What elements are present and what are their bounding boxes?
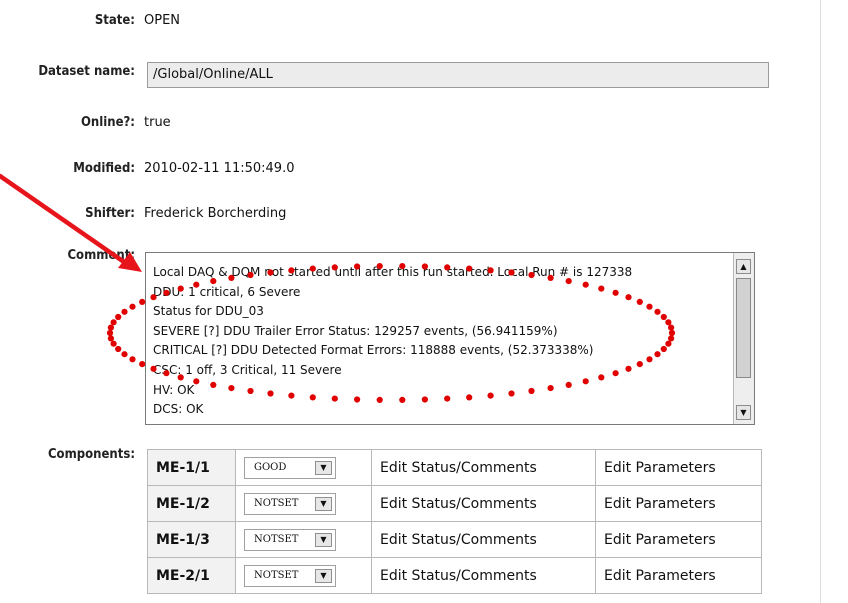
comment-line: HV: OK bbox=[153, 382, 195, 397]
shifter-value: Frederick Borcherding bbox=[144, 206, 287, 221]
shifter-label: Shifter: bbox=[85, 206, 135, 221]
annotation-dot bbox=[115, 345, 122, 353]
annotation-dot bbox=[106, 329, 114, 337]
modified-label: Modified: bbox=[73, 161, 135, 176]
annotation-dot bbox=[129, 303, 136, 310]
status-value: NOTSET bbox=[254, 533, 299, 545]
table-row: ME-1/3 NOTSET ▼ Edit Status/Comments Edi… bbox=[147, 521, 762, 558]
state-value: OPEN bbox=[144, 13, 181, 28]
modified-value: 2010-02-11 11:50:49.0 bbox=[144, 161, 295, 176]
annotation-dot bbox=[107, 335, 114, 342]
component-name: ME-1/1 bbox=[147, 449, 236, 486]
online-label: Online?: bbox=[80, 115, 135, 130]
comment-text: Local DAQ & DQM not started until after … bbox=[153, 263, 730, 420]
comment-line: Status for DDU_03 bbox=[153, 304, 264, 319]
component-name: ME-2/1 bbox=[147, 557, 236, 594]
dropdown-arrow-icon[interactable]: ▼ bbox=[315, 460, 332, 475]
edit-status-link[interactable]: Edit Status/Comments bbox=[371, 449, 596, 486]
comment-textarea[interactable]: Local DAQ & DQM not started until after … bbox=[145, 252, 755, 425]
annotation-dot bbox=[129, 356, 136, 363]
table-row: ME-1/1 GOOD ▼ Edit Status/Comments Edit … bbox=[147, 449, 762, 486]
dropdown-arrow-icon[interactable]: ▼ bbox=[315, 496, 332, 511]
dataset-name-field[interactable]: /Global/Online/ALL bbox=[147, 62, 769, 88]
table-row: ME-2/1 NOTSET ▼ Edit Status/Comments Edi… bbox=[147, 557, 762, 594]
status-value: NOTSET bbox=[254, 569, 299, 581]
dropdown-arrow-icon[interactable]: ▼ bbox=[315, 532, 332, 547]
dropdown-arrow-icon[interactable]: ▼ bbox=[315, 568, 332, 583]
comment-label: Comment: bbox=[67, 248, 135, 263]
right-border-line bbox=[820, 0, 821, 603]
comment-scrollbar[interactable]: ▲ ▼ bbox=[733, 253, 754, 424]
edit-parameters-link[interactable]: Edit Parameters bbox=[595, 449, 762, 486]
status-select[interactable]: NOTSET ▼ bbox=[244, 528, 336, 551]
comment-line: CRITICAL [?] DDU Detected Format Errors:… bbox=[153, 343, 594, 358]
edit-status-link[interactable]: Edit Status/Comments bbox=[371, 521, 596, 558]
comment-line: SEVERE [?] DDU Trailer Error Status: 129… bbox=[153, 323, 558, 338]
scroll-down-arrow-icon[interactable]: ▼ bbox=[736, 405, 751, 420]
components-label: Components: bbox=[47, 447, 135, 462]
edit-status-link[interactable]: Edit Status/Comments bbox=[371, 557, 596, 594]
comment-line: Local DAQ & DQM not started until after … bbox=[153, 265, 633, 279]
scrollbar-thumb[interactable] bbox=[736, 278, 751, 378]
annotation-dot bbox=[121, 351, 128, 358]
comment-line: DCS: OK bbox=[153, 402, 204, 417]
scroll-up-arrow-icon[interactable]: ▲ bbox=[736, 259, 751, 274]
annotation-dot bbox=[110, 319, 117, 326]
comment-line: CSC: 1 off, 3 Critical, 11 Severe bbox=[153, 362, 342, 377]
state-label: State: bbox=[94, 13, 135, 28]
annotation-dot bbox=[107, 324, 114, 331]
table-row: ME-1/2 NOTSET ▼ Edit Status/Comments Edi… bbox=[147, 485, 762, 522]
annotation-dot bbox=[115, 313, 122, 321]
edit-parameters-link[interactable]: Edit Parameters bbox=[595, 521, 762, 558]
component-name: ME-1/2 bbox=[147, 485, 236, 522]
components-table: ME-1/1 GOOD ▼ Edit Status/Comments Edit … bbox=[147, 449, 762, 594]
annotation-dot bbox=[110, 340, 117, 347]
status-value: GOOD bbox=[254, 461, 287, 473]
comment-line: DDU: 1 critical, 6 Severe bbox=[153, 284, 301, 299]
online-value: true bbox=[144, 115, 171, 130]
annotation-dot bbox=[121, 308, 128, 315]
status-select[interactable]: NOTSET ▼ bbox=[244, 564, 336, 587]
edit-status-link[interactable]: Edit Status/Comments bbox=[371, 485, 596, 522]
component-name: ME-1/3 bbox=[147, 521, 236, 558]
status-select[interactable]: NOTSET ▼ bbox=[244, 492, 336, 515]
status-select[interactable]: GOOD ▼ bbox=[244, 456, 336, 479]
dataset-label: Dataset name: bbox=[38, 64, 135, 79]
edit-parameters-link[interactable]: Edit Parameters bbox=[595, 485, 762, 522]
status-value: NOTSET bbox=[254, 497, 299, 509]
edit-parameters-link[interactable]: Edit Parameters bbox=[595, 557, 762, 594]
